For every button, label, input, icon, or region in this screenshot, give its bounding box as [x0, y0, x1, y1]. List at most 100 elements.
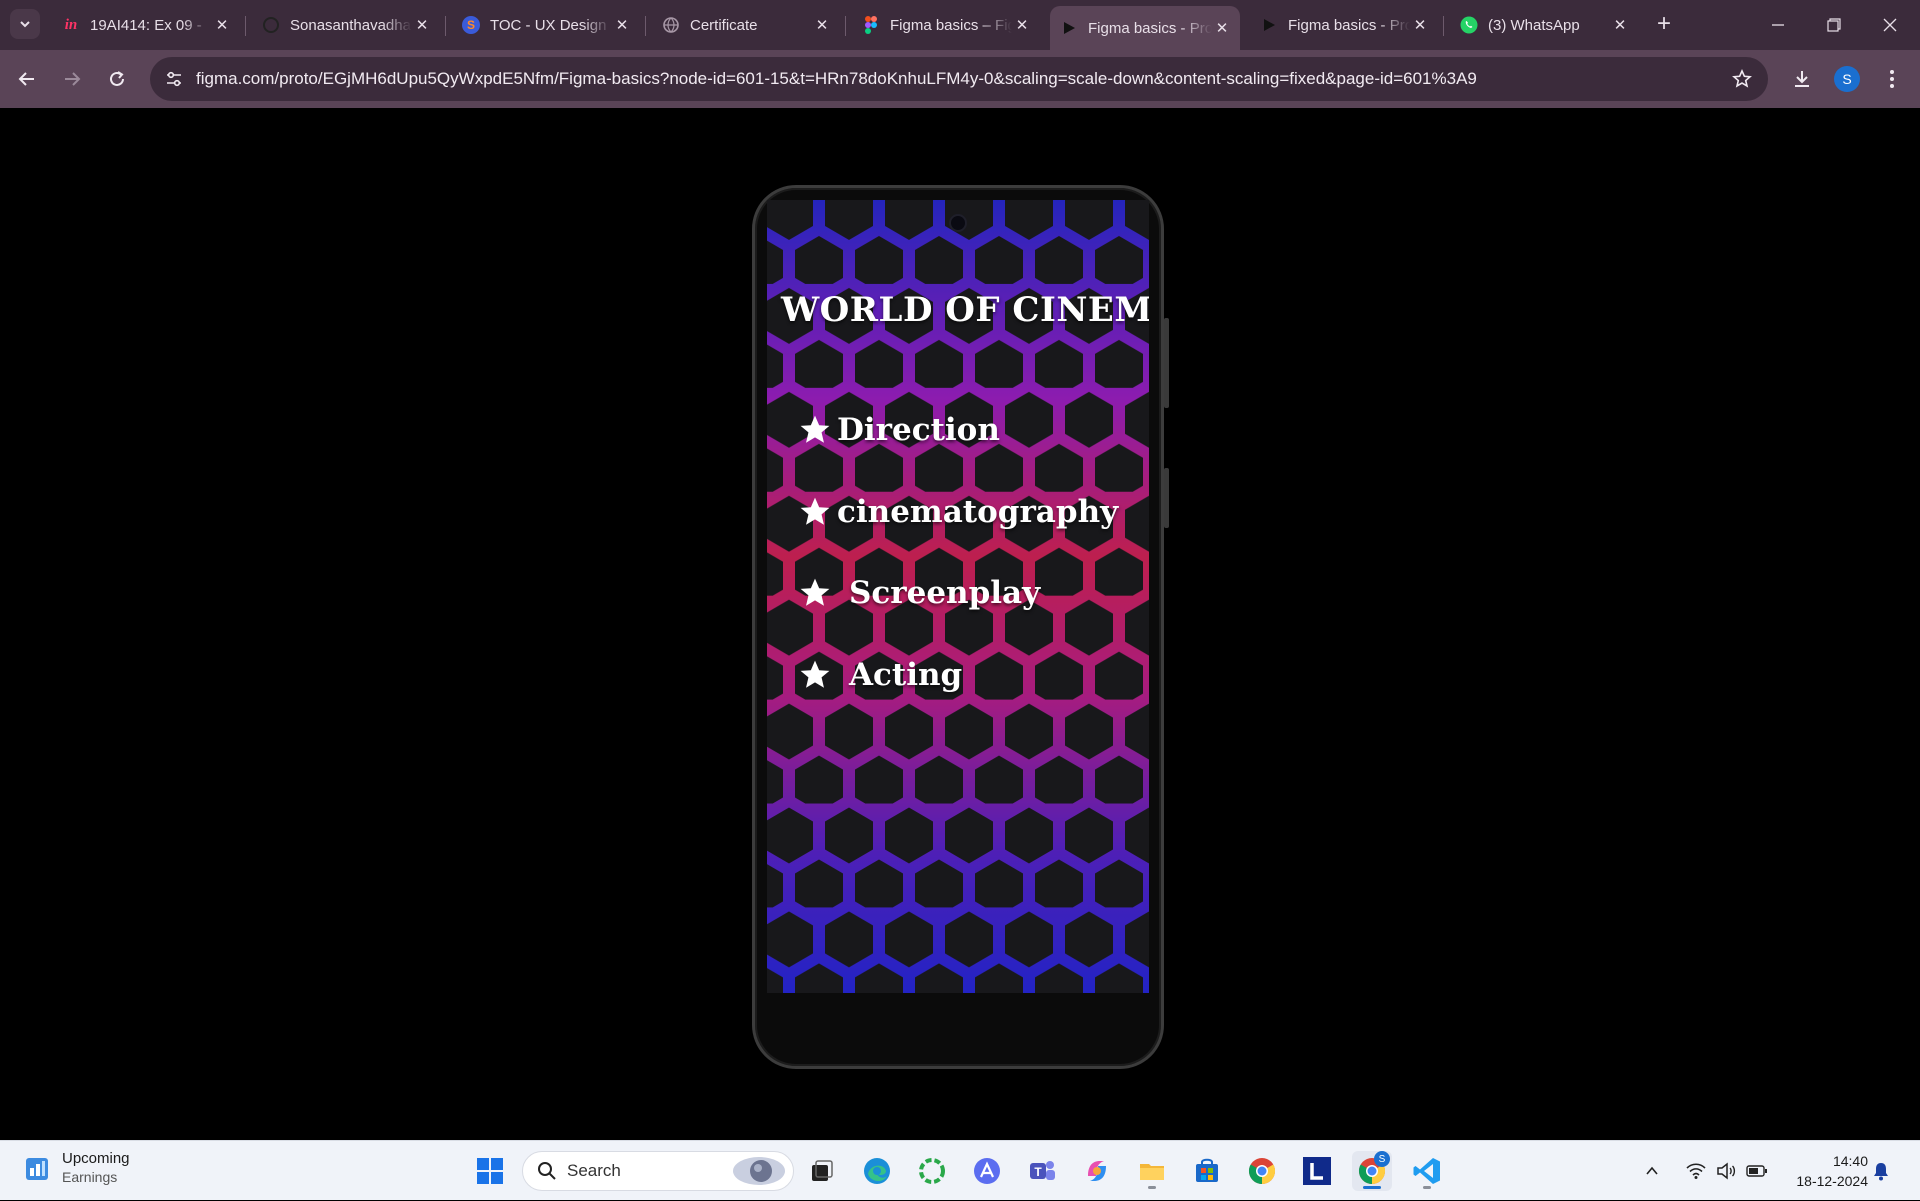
running-indicator	[1148, 1186, 1156, 1189]
phone-screen: WORLD OF CINEMA Direction cinematography…	[767, 200, 1149, 993]
tab-search-button[interactable]	[10, 9, 40, 39]
app-title: WORLD OF CINEMA	[781, 290, 1149, 330]
address-bar[interactable]: figma.com/proto/EGjMH6dUpu5QyWxpdE5Nfm/F…	[150, 57, 1768, 101]
wifi-icon[interactable]	[1686, 1162, 1706, 1180]
forward-button[interactable]	[55, 62, 89, 96]
edge-button[interactable]	[857, 1151, 897, 1191]
close-icon[interactable]: ✕	[212, 15, 232, 35]
edge-icon	[864, 1158, 890, 1184]
close-icon[interactable]: ✕	[1610, 15, 1630, 35]
tab-figma-prototype[interactable]: Figma basics - Prototype ✕	[1250, 6, 1438, 44]
tab-toc-ux-design[interactable]: S TOC - UX Design ✕	[452, 6, 640, 44]
microsoft-store-button[interactable]	[1187, 1151, 1227, 1191]
volume-icon[interactable]	[1716, 1162, 1736, 1180]
site-info-button[interactable]	[158, 63, 190, 95]
system-tray	[1644, 1141, 1768, 1201]
running-indicator	[1423, 1186, 1431, 1189]
widget-subtitle: Earnings	[62, 1169, 118, 1185]
bell-icon	[1874, 1163, 1888, 1181]
menu-item-cinematography[interactable]: cinematography	[797, 494, 1118, 530]
search-icon	[538, 1162, 556, 1180]
menu-item-label: cinematography	[837, 494, 1119, 530]
tab-invision[interactable]: in 19AI414: Ex 09 - ✕	[52, 6, 240, 44]
star-icon	[797, 412, 833, 448]
tab-title: Figma basics - Prototype	[1288, 16, 1410, 34]
tab-divider	[645, 16, 646, 36]
svg-text:T: T	[1034, 1165, 1042, 1179]
phone-side-button	[1164, 468, 1169, 528]
widgets-button[interactable]: Upcoming Earnings	[24, 1149, 130, 1187]
ring-app-icon	[919, 1158, 945, 1184]
notifications-button[interactable]	[1866, 1151, 1896, 1191]
reload-button[interactable]	[100, 62, 134, 96]
browser-toolbar: figma.com/proto/EGjMH6dUpu5QyWxpdE5Nfm/F…	[0, 50, 1920, 108]
menu-item-label: Acting	[849, 657, 963, 693]
task-view-button[interactable]	[802, 1151, 842, 1191]
copilot-like-app-button[interactable]	[967, 1151, 1007, 1191]
chrome-profile-button[interactable]: S	[1352, 1151, 1392, 1191]
close-window-button[interactable]	[1868, 8, 1912, 42]
chevron-up-icon[interactable]	[1644, 1163, 1660, 1179]
search-label: Search	[567, 1161, 621, 1180]
copilot-button[interactable]	[1077, 1151, 1117, 1191]
tab-whatsapp[interactable]: (3) WhatsApp ✕	[1450, 6, 1638, 44]
close-icon[interactable]: ✕	[1410, 15, 1430, 35]
tab-title: Certificate	[690, 16, 758, 34]
restore-button[interactable]	[1812, 8, 1856, 42]
star-icon	[797, 575, 833, 611]
close-icon[interactable]: ✕	[812, 15, 832, 35]
star-icon	[797, 494, 833, 530]
profile-button[interactable]: S	[1830, 62, 1864, 96]
tab-title: 19AI414: Ex 09 -	[90, 16, 202, 34]
more-vertical-icon	[1890, 70, 1894, 88]
teams-icon: T	[1030, 1161, 1055, 1180]
phone-frame: WORLD OF CINEMA Direction cinematography…	[752, 185, 1169, 1069]
app-ring-button[interactable]	[912, 1151, 952, 1191]
tab-strip: in 19AI414: Ex 09 - ✕ Sonasanthavadhani …	[0, 0, 1920, 50]
minimize-button[interactable]	[1756, 8, 1800, 42]
file-explorer-button[interactable]	[1132, 1151, 1172, 1191]
new-tab-button[interactable]: +	[1650, 10, 1678, 38]
tab-github[interactable]: Sonasanthavadhani ✕	[252, 6, 440, 44]
tab-certificate[interactable]: Certificate ✕	[652, 6, 840, 44]
s-logo-icon: S	[462, 16, 480, 34]
close-icon[interactable]: ✕	[1012, 15, 1032, 35]
menu-item-acting[interactable]: Acting	[797, 657, 962, 693]
clock[interactable]: 14:40 18-12-2024	[1780, 1151, 1868, 1191]
close-icon[interactable]: ✕	[412, 15, 432, 35]
downloads-button[interactable]	[1785, 62, 1819, 96]
url-text[interactable]: figma.com/proto/EGjMH6dUpu5QyWxpdE5Nfm/F…	[196, 69, 1477, 89]
bookmark-button[interactable]	[1728, 65, 1756, 93]
folder-icon	[1140, 1164, 1164, 1180]
tab-divider	[845, 16, 846, 36]
battery-icon[interactable]	[1746, 1164, 1768, 1178]
menu-item-screenplay[interactable]: Screenplay	[797, 575, 1040, 611]
l-logo-icon	[1303, 1157, 1331, 1185]
star-icon	[797, 657, 833, 693]
triangle-logo-icon	[974, 1158, 1000, 1184]
clock-time: 14:40	[1832, 1153, 1868, 1169]
tab-title: (3) WhatsApp	[1488, 16, 1580, 34]
widget-title: Upcoming	[62, 1150, 130, 1167]
tab-figma-prototype-active[interactable]: Figma basics - Prototype ✕	[1050, 6, 1240, 50]
front-camera	[949, 214, 967, 232]
whatsapp-icon	[1460, 16, 1478, 34]
close-icon[interactable]: ✕	[612, 15, 632, 35]
taskbar-search[interactable]: Search	[522, 1151, 794, 1191]
running-indicator	[1363, 1186, 1381, 1189]
back-button[interactable]	[10, 62, 44, 96]
stock-news-icon	[26, 1158, 48, 1180]
chrome-icon	[1248, 1158, 1276, 1185]
l-app-button[interactable]	[1297, 1151, 1337, 1191]
menu-item-direction[interactable]: Direction	[797, 412, 1000, 448]
start-button[interactable]	[470, 1151, 510, 1191]
chrome-button[interactable]	[1242, 1151, 1282, 1191]
chevron-down-icon	[20, 21, 30, 28]
close-icon[interactable]: ✕	[1212, 18, 1232, 38]
teams-button[interactable]: T	[1022, 1151, 1062, 1191]
download-icon	[1795, 71, 1809, 87]
tab-figma-basics[interactable]: Figma basics – Figma ✕	[852, 6, 1040, 44]
menu-button[interactable]	[1875, 62, 1909, 96]
vscode-button[interactable]	[1407, 1151, 1447, 1191]
svg-text:S: S	[467, 18, 475, 32]
